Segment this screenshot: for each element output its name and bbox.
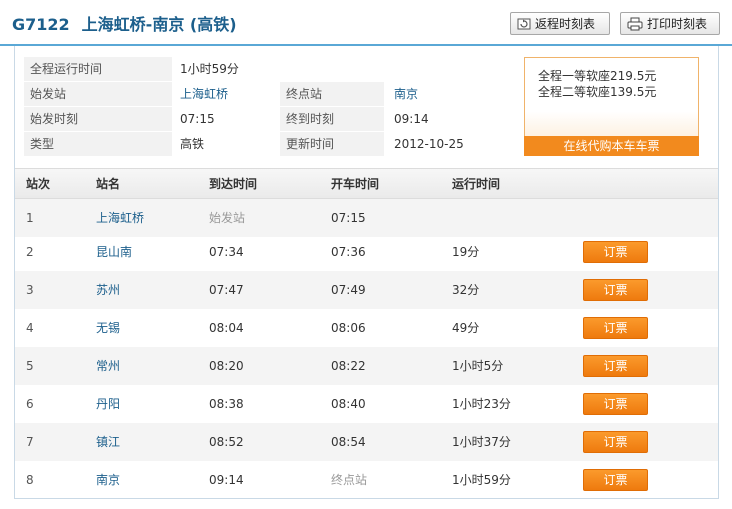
end-station-link[interactable]: 南京 — [394, 82, 418, 106]
price-box: 全程一等软座219.5元 全程二等软座139.5元 在线代购本车车票 — [524, 57, 699, 156]
run-time: 32分 — [452, 283, 480, 297]
arrival-time-value: 09:14 — [394, 112, 429, 126]
departure-time: 08:22 — [331, 359, 366, 373]
table-header: 站次 站名 到达时间 开车时间 运行时间 — [15, 168, 718, 199]
page-title: G7122 上海虹桥-南京 (高铁) — [12, 11, 237, 35]
book-ticket-button[interactable]: 订票 — [583, 317, 648, 339]
arrival-time: 始发站 — [209, 211, 246, 225]
table-row: 8 南京 09:14 终点站 1小时59分 订票 — [15, 461, 718, 499]
header-duration: 运行时间 — [452, 177, 501, 191]
train-route: 上海虹桥-南京 (高铁) — [81, 15, 237, 34]
printer-icon — [627, 17, 643, 30]
departure-time: 07:36 — [331, 245, 366, 259]
header-station-no: 站次 — [26, 177, 51, 191]
table-row: 4 无锡 08:04 08:06 49分 订票 — [15, 309, 718, 347]
book-ticket-button[interactable]: 订票 — [583, 279, 648, 301]
station-no: 7 — [26, 435, 34, 449]
train-type-value: 高铁 — [180, 137, 205, 151]
departure-time: 08:06 — [331, 321, 366, 335]
run-time: 1小时37分 — [452, 435, 511, 449]
return-timetable-label: 返程时刻表 — [535, 17, 596, 31]
run-time: 1小时5分 — [452, 359, 504, 373]
table-row: 7 镇江 08:52 08:54 1小时37分 订票 — [15, 423, 718, 461]
update-time-value: 2012-10-25 — [394, 137, 464, 151]
arrival-time: 08:04 — [209, 321, 244, 335]
table-row: 3 苏州 07:47 07:49 32分 订票 — [15, 271, 718, 309]
info-row-stations: 始发站 上海虹桥 终点站 南京 — [24, 82, 494, 106]
arrival-time: 07:47 — [209, 283, 244, 297]
departure-time: 07:49 — [331, 283, 366, 297]
return-timetable-button[interactable]: 返程时刻表 — [510, 12, 610, 35]
station-name-link[interactable]: 昆山南 — [96, 233, 132, 271]
print-timetable-button[interactable]: 打印时刻表 — [620, 12, 720, 35]
arrival-time: 07:34 — [209, 245, 244, 259]
book-ticket-button[interactable]: 订票 — [583, 469, 648, 491]
train-type-label: 类型 — [24, 132, 172, 156]
table-row: 2 昆山南 07:34 07:36 19分 订票 — [15, 233, 718, 271]
arrival-time: 08:20 — [209, 359, 244, 373]
station-name-link[interactable]: 丹阳 — [96, 385, 120, 423]
info-row-times: 始发时刻 07:15 终到时刻 09:14 — [24, 107, 494, 131]
header-departure: 开车时间 — [331, 177, 380, 191]
arrival-time: 08:52 — [209, 435, 244, 449]
departure-time: 07:15 — [331, 211, 366, 225]
total-time-label: 全程运行时间 — [24, 57, 172, 81]
station-name-link[interactable]: 上海虹桥 — [96, 199, 144, 237]
start-station-label: 始发站 — [24, 82, 172, 106]
total-time-value: 1小时59分 — [180, 62, 239, 76]
book-ticket-button[interactable]: 订票 — [583, 355, 648, 377]
train-number: G7122 — [12, 15, 70, 34]
arrival-time: 08:38 — [209, 397, 244, 411]
departure-time: 终点站 — [331, 473, 368, 487]
buy-ticket-button[interactable]: 在线代购本车车票 — [524, 136, 699, 156]
station-no: 5 — [26, 359, 34, 373]
book-ticket-button[interactable]: 订票 — [583, 241, 648, 263]
station-no: 8 — [26, 473, 34, 487]
end-station-label: 终点站 — [280, 82, 384, 106]
station-no: 3 — [26, 283, 34, 297]
table-row: 5 常州 08:20 08:22 1小时5分 订票 — [15, 347, 718, 385]
print-timetable-label: 打印时刻表 — [647, 17, 708, 31]
run-time: 1小时23分 — [452, 397, 511, 411]
info-row-type: 类型 高铁 更新时间 2012-10-25 — [24, 132, 494, 156]
station-name-link[interactable]: 镇江 — [96, 423, 120, 461]
station-name-link[interactable]: 苏州 — [96, 271, 120, 309]
departure-time: 08:54 — [331, 435, 366, 449]
run-time: 19分 — [452, 245, 480, 259]
book-ticket-button[interactable]: 订票 — [583, 431, 648, 453]
header-station-name: 站名 — [96, 177, 121, 191]
station-no: 1 — [26, 211, 34, 225]
page-header: G7122 上海虹桥-南京 (高铁) 返程时刻表 打印时刻表 — [0, 0, 732, 46]
departure-time-label: 始发时刻 — [24, 107, 172, 131]
run-time: 1小时59分 — [452, 473, 511, 487]
header-arrival: 到达时间 — [209, 177, 258, 191]
first-class-price: 全程一等软座219.5元 — [538, 69, 657, 83]
departure-time-value: 07:15 — [180, 112, 215, 126]
arrival-time: 09:14 — [209, 473, 244, 487]
run-time: 49分 — [452, 321, 480, 335]
station-no: 6 — [26, 397, 34, 411]
table-row: 6 丹阳 08:38 08:40 1小时23分 订票 — [15, 385, 718, 423]
station-name-link[interactable]: 南京 — [96, 461, 120, 499]
update-time-label: 更新时间 — [280, 132, 384, 156]
arrival-time-label: 终到时刻 — [280, 107, 384, 131]
table-row: 1 上海虹桥 始发站 07:15 — [15, 199, 718, 237]
second-class-price: 全程二等软座139.5元 — [538, 85, 657, 99]
station-no: 4 — [26, 321, 34, 335]
book-ticket-button[interactable]: 订票 — [583, 393, 648, 415]
info-row-total-time: 全程运行时间 1小时59分 — [24, 57, 494, 81]
station-name-link[interactable]: 常州 — [96, 347, 120, 385]
station-no: 2 — [26, 245, 34, 259]
start-station-link[interactable]: 上海虹桥 — [180, 82, 228, 106]
departure-time: 08:40 — [331, 397, 366, 411]
refresh-icon — [517, 18, 531, 29]
station-name-link[interactable]: 无锡 — [96, 309, 120, 347]
